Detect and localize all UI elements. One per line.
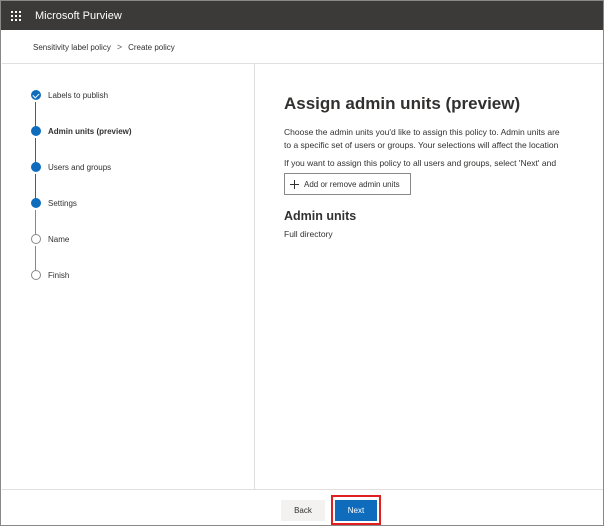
step-labels-to-publish[interactable]: Labels to publish xyxy=(31,88,108,102)
step-label: Settings xyxy=(48,198,77,208)
app-header: Microsoft Purview xyxy=(1,1,603,30)
breadcrumb-separator-icon: > xyxy=(116,42,123,52)
step-label: Name xyxy=(48,234,70,244)
admin-units-value: Full directory xyxy=(284,229,333,239)
description-line: to a specific set of users or groups. Yo… xyxy=(284,140,559,150)
next-button[interactable]: Next xyxy=(335,500,377,521)
breadcrumb-item-create-policy: Create policy xyxy=(128,42,175,52)
description-line: Choose the admin units you'd like to ass… xyxy=(284,127,560,137)
step-finish[interactable]: Finish xyxy=(31,268,69,282)
breadcrumb: Sensitivity label policy > Create policy xyxy=(33,41,175,53)
back-button[interactable]: Back xyxy=(281,500,325,521)
step-dot-icon xyxy=(31,162,41,172)
step-users-and-groups[interactable]: Users and groups xyxy=(31,160,111,174)
admin-units-heading: Admin units xyxy=(284,209,357,223)
add-button-label: Add or remove admin units xyxy=(304,179,400,189)
step-settings[interactable]: Settings xyxy=(31,196,77,210)
step-dot-icon xyxy=(31,198,41,208)
app-launcher-icon[interactable] xyxy=(1,1,31,30)
create-policy-window: Microsoft Purview Sensitivity label poli… xyxy=(0,0,604,526)
main-content: Assign admin units (preview) Choose the … xyxy=(256,64,603,489)
wizard-steps-nav: Labels to publish Admin units (preview) … xyxy=(1,64,255,489)
step-label: Labels to publish xyxy=(48,90,109,100)
step-current-dot-icon xyxy=(31,126,41,136)
step-admin-units[interactable]: Admin units (preview) xyxy=(31,124,132,138)
description-line: If you want to assign this policy to all… xyxy=(284,158,557,168)
step-empty-circle-icon xyxy=(31,234,41,244)
step-label: Admin units (preview) xyxy=(48,126,132,136)
step-label: Finish xyxy=(48,270,70,280)
app-title[interactable]: Microsoft Purview xyxy=(35,10,122,22)
breadcrumb-item-sensitivity-label-policy[interactable]: Sensitivity label policy xyxy=(33,43,111,52)
step-label: Users and groups xyxy=(48,162,112,172)
add-or-remove-admin-units-button[interactable]: Add or remove admin units xyxy=(284,173,411,195)
wizard-footer: Back Next xyxy=(2,489,603,525)
plus-icon xyxy=(290,179,299,189)
step-name[interactable]: Name xyxy=(31,232,69,246)
page-title: Assign admin units (preview) xyxy=(284,94,521,113)
step-empty-circle-icon xyxy=(31,270,41,280)
step-completed-check-icon xyxy=(31,90,41,100)
